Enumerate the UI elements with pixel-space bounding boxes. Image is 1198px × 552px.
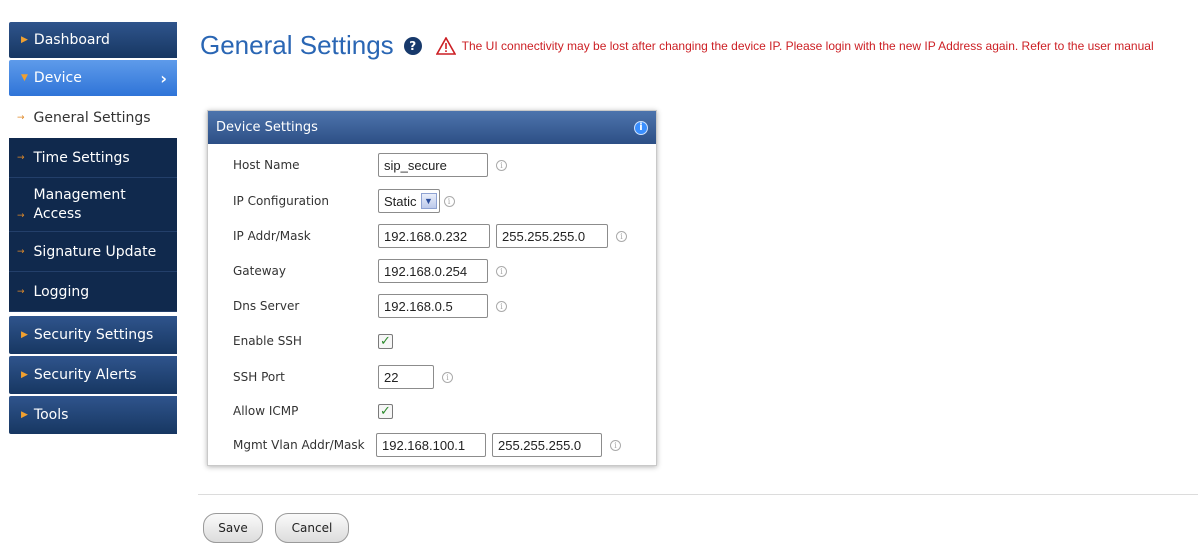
chevron-right-icon: › (160, 68, 167, 88)
nav-tools-label: Tools (33, 407, 69, 423)
ip-config-label: IP Configuration (233, 194, 329, 208)
bullet-arrow-icon: → (17, 286, 25, 297)
bullet-arrow-icon: → (17, 113, 25, 123)
ssh-port-input[interactable] (378, 365, 434, 389)
info-tip-icon[interactable]: i (496, 265, 507, 277)
dns-server-input[interactable] (378, 294, 488, 318)
arrow-right-icon: ▶ (21, 370, 28, 380)
sidebar-item-label: Signature Update (33, 243, 157, 260)
enable-ssh-label: Enable SSH (233, 334, 302, 348)
info-tip-icon[interactable]: i (443, 195, 455, 207)
warning-triangle-icon (435, 36, 456, 55)
row-ssh-port: SSH Port i (233, 363, 453, 391)
panel-header: Device Settings i (208, 111, 656, 144)
gateway-label: Gateway (233, 264, 287, 278)
info-tip-icon[interactable]: i (616, 230, 627, 242)
sidebar-item-signature-update[interactable]: → Signature Update (9, 232, 177, 272)
mgmt-vlan-label: Mgmt Vlan Addr/Mask (233, 438, 365, 452)
allow-icmp-checkbox[interactable]: ✓ (378, 403, 393, 419)
cancel-button[interactable]: Cancel (275, 513, 349, 543)
host-name-input[interactable] (378, 153, 488, 177)
panel-title: Device Settings (216, 120, 318, 135)
info-tip-icon[interactable]: i (610, 439, 621, 451)
nav-security-alerts[interactable]: ▶ Security Alerts (9, 356, 177, 394)
row-ip-configuration: IP Configuration Static ▼ i (233, 187, 455, 215)
row-allow-icmp: Allow ICMP ✓ (233, 397, 393, 425)
footer-divider (198, 494, 1198, 495)
row-host-name: Host Name i (233, 151, 507, 179)
save-button[interactable]: Save (203, 513, 263, 543)
nav-dashboard[interactable]: ▶ Dashboard (9, 22, 177, 58)
sidebar-item-logging[interactable]: → Logging (9, 272, 177, 312)
bullet-arrow-icon: → (17, 246, 25, 257)
enable-ssh-checkbox[interactable]: ✓ (378, 333, 393, 349)
arrow-right-icon: ▶ (21, 330, 28, 340)
sidebar-item-label: Management Access (33, 187, 126, 222)
row-mgmt-vlan: Mgmt Vlan Addr/Mask i (233, 431, 621, 459)
nav-security-settings-label: Security Settings (33, 327, 154, 343)
device-submenu: → General Settings → Time Settings → Mana… (0, 98, 178, 312)
row-gateway: Gateway i (233, 257, 507, 285)
nav-dashboard-label: Dashboard (33, 32, 110, 48)
row-dns-server: Dns Server i (233, 292, 507, 320)
arrow-right-icon: ▶ (21, 410, 28, 420)
arrow-right-icon: ▶ (21, 35, 28, 45)
sidebar-item-label: Time Settings (33, 149, 130, 166)
info-tip-icon[interactable]: i (496, 159, 507, 171)
mgmt-vlan-mask-input[interactable] (492, 433, 602, 457)
row-enable-ssh: Enable SSH ✓ (233, 327, 393, 355)
nav-lower-group: ▶ Security Settings ▶ Security Alerts ▶ … (0, 316, 178, 434)
nav-tools[interactable]: ▶ Tools (9, 396, 177, 434)
ssh-port-label: SSH Port (233, 370, 285, 384)
sidebar-item-time-settings[interactable]: → Time Settings (9, 138, 177, 178)
nav-device-label: Device (33, 70, 82, 86)
checkmark-icon: ✓ (380, 333, 391, 349)
ip-addr-input[interactable] (378, 224, 490, 248)
sidebar-item-management-access[interactable]: → Management Access (9, 178, 177, 232)
ip-config-value: Static (384, 193, 417, 209)
mgmt-vlan-addr-input[interactable] (376, 433, 486, 457)
help-icon[interactable]: ? (403, 36, 422, 55)
dns-server-label: Dns Server (233, 299, 300, 313)
sidebar-item-label: General Settings (33, 110, 151, 126)
host-name-label: Host Name (233, 158, 300, 172)
page-header: General Settings ? The UI connectivity m… (200, 30, 1198, 61)
gateway-input[interactable] (378, 259, 488, 283)
sidebar-item-general-settings[interactable]: → General Settings (0, 98, 177, 138)
nav-device[interactable]: ▼ Device › (9, 60, 177, 96)
bullet-arrow-icon: → (17, 211, 25, 221)
ip-config-select[interactable]: Static ▼ (378, 189, 440, 213)
info-tip-icon[interactable]: i (442, 371, 453, 383)
nav-security-settings[interactable]: ▶ Security Settings (9, 316, 177, 354)
ip-addr-mask-label: IP Addr/Mask (233, 229, 311, 243)
sidebar-item-label: Logging (33, 283, 90, 300)
sidebar: ▶ Dashboard ▼ Device › → General Setting… (0, 22, 178, 436)
page-title: General Settings (200, 30, 394, 60)
nav-security-alerts-label: Security Alerts (33, 367, 137, 383)
bullet-arrow-icon: → (17, 152, 25, 163)
chevron-down-icon[interactable]: ▼ (420, 193, 437, 209)
ip-mask-input[interactable] (496, 224, 608, 248)
row-ip-addr-mask: IP Addr/Mask i (233, 222, 627, 250)
info-icon[interactable]: i (634, 120, 648, 135)
info-tip-icon[interactable]: i (496, 300, 507, 312)
arrow-down-icon: ▼ (21, 73, 28, 83)
checkmark-icon: ✓ (380, 403, 391, 419)
allow-icmp-label: Allow ICMP (233, 404, 299, 418)
device-settings-panel: Device Settings i Host Name i IP Configu… (207, 110, 657, 466)
warning-message: The UI connectivity may be lost after ch… (461, 38, 1154, 53)
